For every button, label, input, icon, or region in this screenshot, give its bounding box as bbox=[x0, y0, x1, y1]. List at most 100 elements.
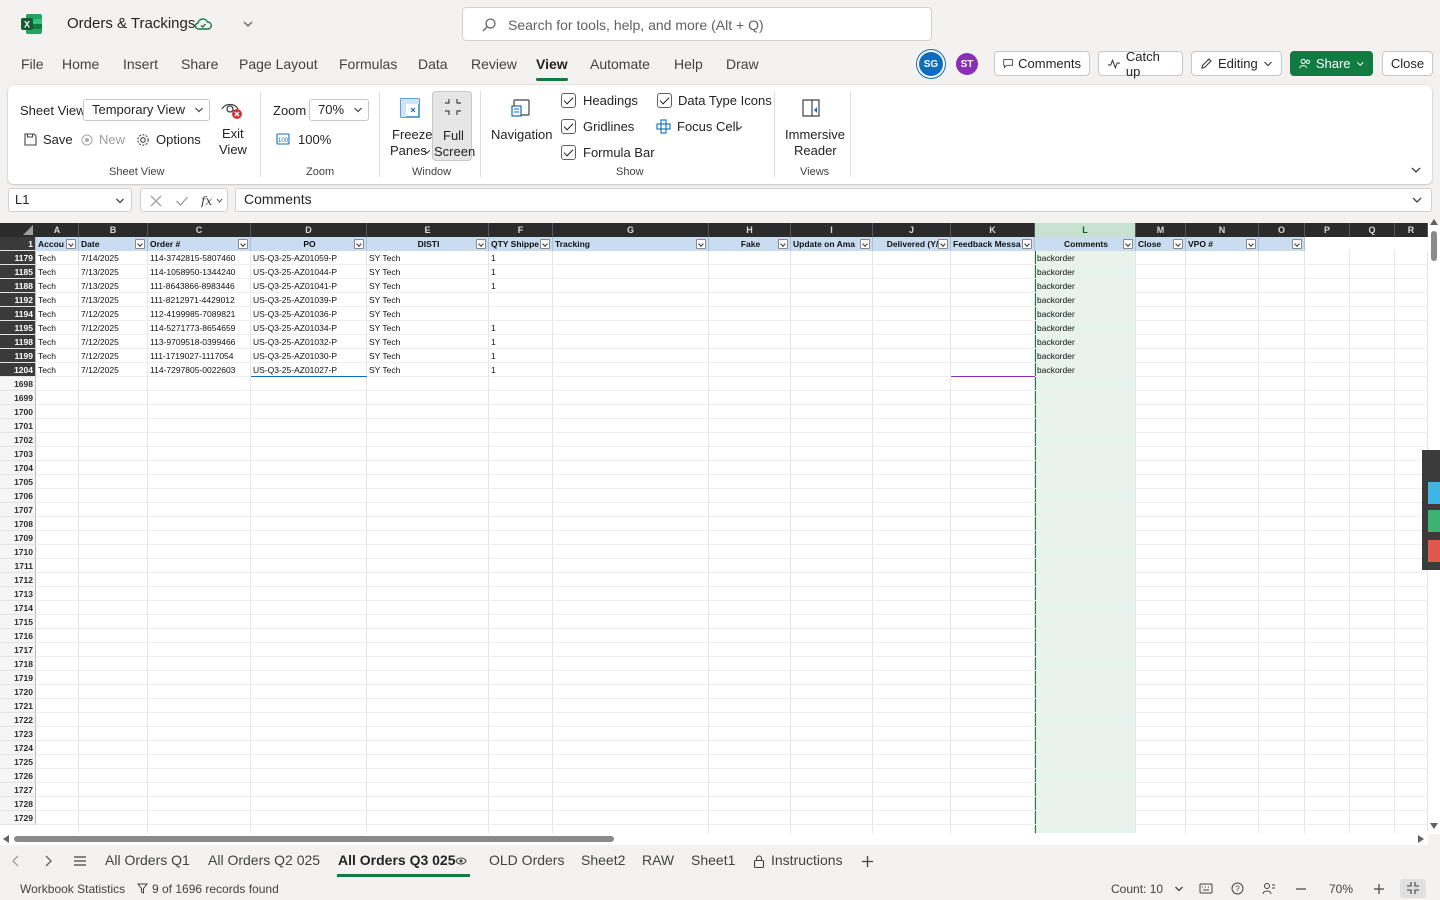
row-header[interactable]: 1723 bbox=[0, 727, 36, 741]
table-cell[interactable]: Tech bbox=[36, 279, 79, 293]
row-header[interactable]: 1188 bbox=[0, 279, 36, 293]
row-header[interactable]: 1185 bbox=[0, 265, 36, 279]
table-cell[interactable]: US-Q3-25-AZ01039-P bbox=[251, 293, 367, 307]
row-header[interactable]: 1728 bbox=[0, 797, 36, 811]
filter-dropdown-icon[interactable] bbox=[66, 239, 76, 249]
row-header[interactable]: 1718 bbox=[0, 657, 36, 671]
all-sheets-menu-icon[interactable] bbox=[73, 855, 87, 867]
table-cell[interactable]: 7/13/2025 bbox=[79, 293, 148, 307]
row-header[interactable]: 1192 bbox=[0, 293, 36, 307]
table-cell[interactable]: 114-5271773-8654659 bbox=[148, 321, 251, 335]
filter-dropdown-icon[interactable] bbox=[860, 239, 870, 249]
table-cell[interactable]: SY Tech bbox=[367, 307, 489, 321]
table-header-cell[interactable]: Fake bbox=[709, 237, 791, 251]
table-header-cell[interactable]: Comments bbox=[1035, 237, 1136, 251]
filter-dropdown-icon[interactable] bbox=[1173, 239, 1183, 249]
filter-dropdown-icon[interactable] bbox=[238, 239, 248, 249]
add-sheet-plus-icon[interactable] bbox=[861, 855, 874, 868]
sheet-tab-instructions[interactable]: Instructions bbox=[771, 852, 843, 868]
select-all-corner[interactable] bbox=[0, 223, 36, 237]
table-cell[interactable]: 7/13/2025 bbox=[79, 265, 148, 279]
table-cell[interactable]: Tech bbox=[36, 293, 79, 307]
side-panel-handle[interactable] bbox=[1422, 450, 1440, 570]
table-header-cell[interactable]: VPO # bbox=[1186, 237, 1259, 251]
document-title[interactable]: Orders & Trackings bbox=[67, 15, 195, 32]
table-cell[interactable]: 1 bbox=[489, 335, 553, 349]
row-header[interactable]: 1724 bbox=[0, 741, 36, 755]
table-cell[interactable]: 114-3742815-5807460 bbox=[148, 251, 251, 265]
menu-view[interactable]: View bbox=[536, 56, 568, 72]
table-cell[interactable]: SY Tech bbox=[367, 251, 489, 265]
table-cell[interactable]: Tech bbox=[36, 307, 79, 321]
column-header-r[interactable]: R bbox=[1395, 223, 1428, 237]
menu-automate[interactable]: Automate bbox=[590, 56, 650, 72]
sheet-tab-old-orders[interactable]: OLD Orders bbox=[489, 852, 564, 868]
table-cell[interactable]: Tech bbox=[36, 251, 79, 265]
table-cell[interactable]: 114-1058950-1344240 bbox=[148, 265, 251, 279]
table-cell[interactable]: backorder bbox=[1035, 307, 1136, 321]
horizontal-scrollbar[interactable] bbox=[0, 833, 1428, 845]
column-header-a[interactable]: A bbox=[36, 223, 79, 237]
row-header[interactable]: 1706 bbox=[0, 489, 36, 503]
table-header-cell[interactable]: Date bbox=[79, 237, 148, 251]
row-header[interactable]: 1726 bbox=[0, 769, 36, 783]
row-header[interactable]: 1712 bbox=[0, 573, 36, 587]
table-cell[interactable]: 111-8643866-8983446 bbox=[148, 279, 251, 293]
column-header-l[interactable]: L bbox=[1035, 223, 1136, 237]
row-header[interactable]: 1199 bbox=[0, 349, 36, 363]
column-header-j[interactable]: J bbox=[873, 223, 951, 237]
table-header-cell[interactable] bbox=[1259, 237, 1305, 251]
column-header-k[interactable]: K bbox=[951, 223, 1035, 237]
table-cell[interactable]: 1 bbox=[489, 265, 553, 279]
row-header[interactable]: 1729 bbox=[0, 811, 36, 825]
row-header[interactable]: 1720 bbox=[0, 685, 36, 699]
filter-dropdown-icon[interactable] bbox=[135, 239, 145, 249]
search-input[interactable]: Search for tools, help, and more (Alt + … bbox=[462, 7, 932, 41]
row-header[interactable]: 1715 bbox=[0, 615, 36, 629]
navigation-button[interactable]: Navigation bbox=[490, 95, 552, 145]
row-header[interactable]: 1714 bbox=[0, 601, 36, 615]
side-tab-blue[interactable] bbox=[1428, 482, 1440, 504]
scroll-left-arrow-icon[interactable] bbox=[3, 835, 9, 843]
scroll-right-arrow-icon[interactable] bbox=[1418, 835, 1424, 843]
formula-bar-checkbox[interactable] bbox=[561, 145, 576, 160]
filter-dropdown-icon[interactable] bbox=[696, 239, 706, 249]
row-header[interactable]: 1179 bbox=[0, 251, 36, 265]
cloud-saved-icon[interactable] bbox=[194, 16, 212, 32]
horizontal-scroll-thumb[interactable] bbox=[14, 836, 614, 842]
table-cell[interactable]: 1 bbox=[489, 279, 553, 293]
exit-full-screen-button[interactable] bbox=[1400, 879, 1426, 898]
column-header-h[interactable]: H bbox=[709, 223, 791, 237]
menu-formulas[interactable]: Formulas bbox=[339, 56, 397, 72]
row-header[interactable]: 1698 bbox=[0, 377, 36, 391]
table-cell[interactable]: SY Tech bbox=[367, 363, 489, 377]
new-view-button[interactable]: New bbox=[80, 131, 130, 149]
row-header[interactable]: 1713 bbox=[0, 587, 36, 601]
table-cell[interactable]: 7/13/2025 bbox=[79, 279, 148, 293]
row-header[interactable]: 1719 bbox=[0, 671, 36, 685]
row-header[interactable]: 1 bbox=[0, 237, 36, 251]
row-header[interactable]: 1707 bbox=[0, 503, 36, 517]
table-cell[interactable]: Tech bbox=[36, 265, 79, 279]
table-cell[interactable]: 7/12/2025 bbox=[79, 349, 148, 363]
zoom-100-button[interactable]: 100 100% bbox=[276, 131, 336, 149]
row-header[interactable]: 1716 bbox=[0, 629, 36, 643]
scroll-up-arrow-icon[interactable] bbox=[1430, 219, 1438, 225]
sheet-tab-q1[interactable]: All Orders Q1 bbox=[105, 852, 190, 868]
count-summary[interactable]: Count: 10 bbox=[1111, 882, 1163, 896]
table-header-cell[interactable]: PO bbox=[251, 237, 367, 251]
table-cell[interactable]: SY Tech bbox=[367, 279, 489, 293]
table-cell[interactable]: Tech bbox=[36, 335, 79, 349]
menu-file[interactable]: File bbox=[21, 56, 44, 72]
excel-logo-icon[interactable]: X bbox=[21, 13, 43, 35]
table-cell[interactable]: backorder bbox=[1035, 279, 1136, 293]
table-cell[interactable]: backorder bbox=[1035, 265, 1136, 279]
exit-view-button[interactable]: Exit View bbox=[216, 97, 248, 161]
menu-draw[interactable]: Draw bbox=[726, 56, 759, 72]
table-cell[interactable]: backorder bbox=[1035, 335, 1136, 349]
table-cell[interactable]: 7/12/2025 bbox=[79, 363, 148, 377]
menu-data[interactable]: Data bbox=[418, 56, 448, 72]
row-header[interactable]: 1705 bbox=[0, 475, 36, 489]
row-header[interactable]: 1708 bbox=[0, 517, 36, 531]
table-cell[interactable]: US-Q3-25-AZ01041-P bbox=[251, 279, 367, 293]
